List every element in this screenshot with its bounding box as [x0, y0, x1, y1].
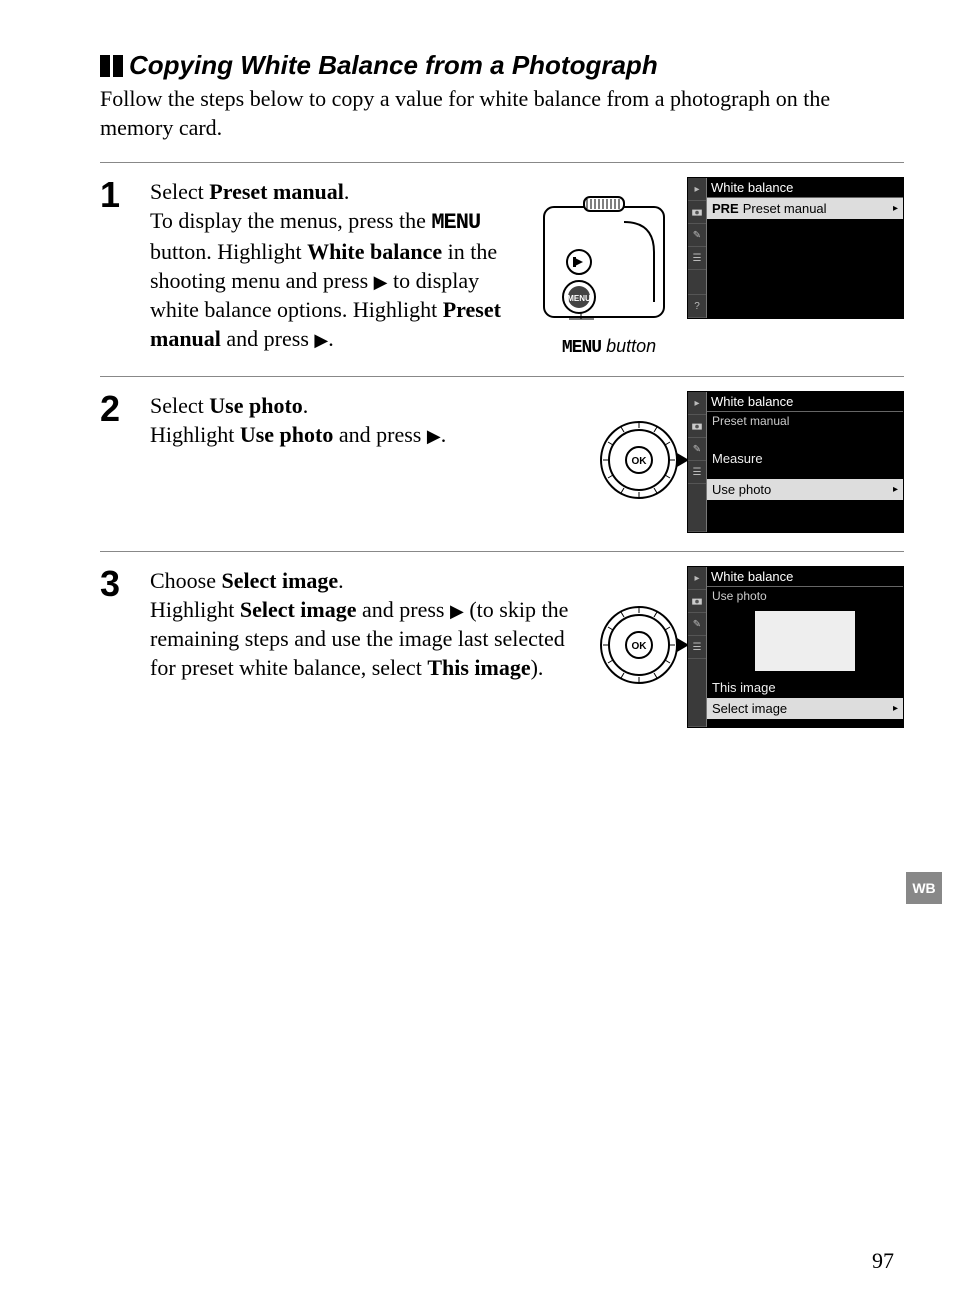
screen-subtitle: Preset manual — [707, 412, 903, 430]
thumbnail-placeholder — [755, 611, 855, 671]
section-heading: Copying White Balance from a Photograph — [100, 50, 904, 81]
step-number: 3 — [100, 566, 150, 602]
page-number: 97 — [872, 1248, 894, 1274]
chevron-right-icon: ▸ — [893, 484, 898, 495]
step-2-text: Select Use photo. Highlight Use photo an… — [150, 391, 599, 449]
tab-setup-icon: ☰ — [688, 247, 706, 270]
ok-dial-diagram: OK — [599, 415, 679, 510]
menu-label: MENU — [431, 210, 480, 235]
screen-preset-manual: ▸ ✎ ☰ White balance Preset manual Measur… — [687, 391, 904, 533]
chevron-right-icon: ▸ — [893, 703, 898, 714]
menu-item-select-image: Select image▸ — [707, 698, 903, 719]
tab-help-icon: ? — [688, 295, 706, 318]
screen-use-photo: ▸ ✎ ☰ White balance Use photo This image… — [687, 566, 904, 728]
screen-title: White balance — [707, 178, 903, 198]
intro-paragraph: Follow the steps below to copy a value f… — [100, 85, 904, 142]
svg-text:MENU: MENU — [567, 294, 591, 303]
screen-title: White balance — [707, 567, 903, 587]
right-arrow-icon: ▶ — [427, 426, 441, 446]
tab-setup-icon: ☰ — [688, 461, 706, 484]
screen-title: White balance — [707, 392, 903, 412]
right-arrow-icon: ▶ — [450, 601, 464, 621]
tab-play-icon: ▸ — [688, 178, 706, 201]
tab-setup-icon: ☰ — [688, 636, 706, 659]
heading-marker-icon — [100, 55, 123, 77]
step-1-text: Select Preset manual. To display the men… — [150, 177, 539, 353]
tab-camera-icon — [688, 201, 706, 224]
step-3: 3 Choose Select image. Highlight Select … — [100, 552, 904, 746]
step-1: 1 Select Preset manual. To display the m… — [100, 163, 904, 377]
tab-camera-icon — [688, 590, 706, 613]
menu-item-use-photo: Use photo▸ — [707, 479, 903, 500]
step-number: 2 — [100, 391, 150, 427]
diagram-caption: MENU button — [539, 336, 679, 358]
menu-item-measure: Measure — [707, 448, 903, 469]
tab-play-icon: ▸ — [688, 567, 706, 590]
screen-white-balance: ▸ ✎ ☰ ? White balance PREPreset manual ▸ — [687, 177, 904, 319]
chevron-right-icon: ▸ — [893, 203, 898, 214]
step-3-text: Choose Select image. Highlight Select im… — [150, 566, 599, 682]
svg-text:OK: OK — [632, 456, 648, 467]
step-number: 1 — [100, 177, 150, 213]
right-arrow-icon: ▶ — [374, 272, 388, 292]
camera-diagram: MENU — [539, 177, 679, 332]
menu-item-preset-manual: PREPreset manual ▸ — [707, 198, 903, 219]
tab-retouch-icon: ✎ — [688, 224, 706, 247]
tab-play-icon: ▸ — [688, 392, 706, 415]
menu-item-this-image: This image — [707, 677, 903, 698]
tab-camera-icon — [688, 415, 706, 438]
ok-dial-diagram: OK — [599, 600, 679, 695]
screen-subtitle: Use photo — [707, 587, 903, 605]
heading-text: Copying White Balance from a Photograph — [129, 50, 658, 81]
step-2: 2 Select Use photo. Highlight Use photo … — [100, 377, 904, 552]
right-arrow-icon: ▶ — [314, 330, 328, 350]
svg-text:OK: OK — [632, 641, 648, 652]
tab-retouch-icon: ✎ — [688, 438, 706, 461]
tab-retouch-icon: ✎ — [688, 613, 706, 636]
edge-tab-wb: WB — [904, 870, 942, 906]
